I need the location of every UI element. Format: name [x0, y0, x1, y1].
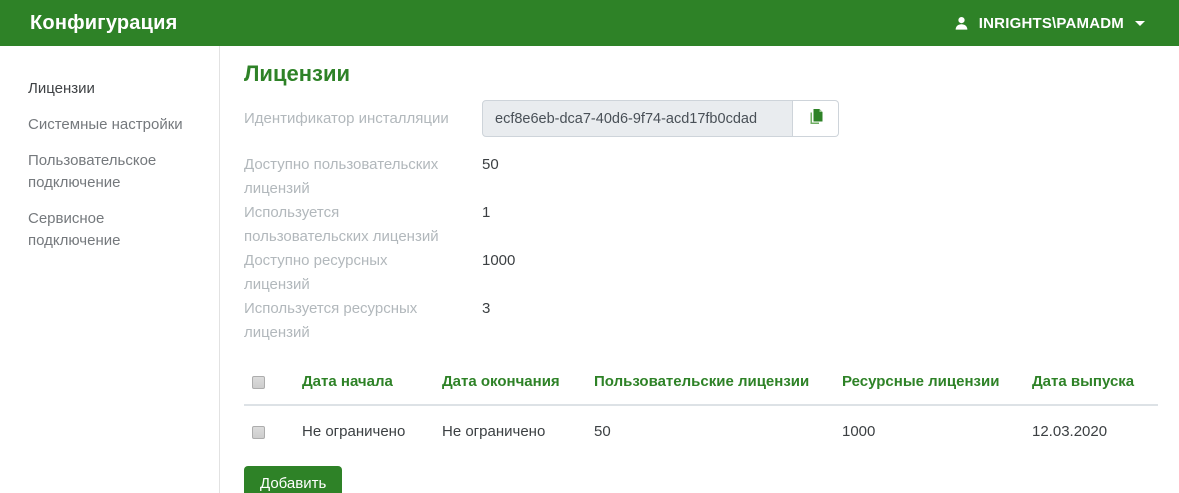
app-header: Конфигурация INRIGHTS\PAMADM	[0, 0, 1179, 46]
column-header-resource-licenses: Ресурсные лицензии	[834, 360, 1024, 405]
cell-end-date: Не ограничено	[434, 405, 586, 466]
copy-icon	[807, 108, 825, 129]
app-title: Конфигурация	[30, 12, 178, 35]
column-header-end-date: Дата окончания	[434, 360, 586, 405]
stat-row-used-resource: Используется ресурсных лицензий 3	[244, 297, 1159, 345]
sidebar-item-licenses[interactable]: Лицензии	[0, 71, 219, 107]
page-body: Лицензии Системные настройки Пользовател…	[0, 46, 1179, 493]
stat-row-available-user: Доступно пользовательских лицензий 50	[244, 153, 1159, 201]
stat-value: 50	[482, 153, 499, 201]
installation-id-group	[482, 100, 839, 137]
stat-value: 1	[482, 201, 490, 249]
select-all-cell	[244, 360, 294, 405]
select-all-checkbox[interactable]	[252, 376, 265, 389]
stat-row-used-user: Используется пользовательских лицензий 1	[244, 201, 1159, 249]
stat-label: Используется пользовательских лицензий	[244, 201, 482, 249]
stat-label: Доступно пользовательских лицензий	[244, 153, 482, 201]
stat-value: 3	[482, 297, 490, 345]
installation-id-row: Идентификатор инсталляции	[244, 100, 1159, 137]
sidebar-item-system-settings[interactable]: Системные настройки	[0, 107, 219, 143]
column-header-issue-date: Дата выпуска	[1024, 360, 1158, 405]
cell-start-date: Не ограничено	[294, 405, 434, 466]
sidebar: Лицензии Системные настройки Пользовател…	[0, 46, 220, 493]
licenses-table: Дата начала Дата окончания Пользовательс…	[244, 360, 1158, 466]
cell-resource-licenses: 1000	[834, 405, 1024, 466]
stat-label: Используется ресурсных лицензий	[244, 297, 482, 345]
sidebar-item-service-connection[interactable]: Сервисное подключение	[0, 201, 219, 259]
user-name: INRIGHTS\PAMADM	[979, 15, 1124, 32]
table-header-row: Дата начала Дата окончания Пользовательс…	[244, 360, 1158, 405]
installation-id-label: Идентификатор инсталляции	[244, 107, 482, 131]
copy-button[interactable]	[793, 100, 839, 137]
license-stats: Доступно пользовательских лицензий 50 Ис…	[244, 153, 1159, 345]
row-checkbox[interactable]	[252, 426, 265, 439]
stat-label: Доступно ресурсных лицензий	[244, 249, 482, 297]
stat-value: 1000	[482, 249, 515, 297]
user-menu[interactable]: INRIGHTS\PAMADM	[953, 15, 1145, 32]
sidebar-item-user-connection[interactable]: Пользовательское подключение	[0, 143, 219, 201]
user-icon	[953, 15, 970, 32]
table-row: Не ограничено Не ограничено 50 1000 12.0…	[244, 405, 1158, 466]
stat-row-available-resource: Доступно ресурсных лицензий 1000	[244, 249, 1159, 297]
column-header-user-licenses: Пользовательские лицензии	[586, 360, 834, 405]
page-title: Лицензии	[244, 59, 1159, 89]
main-content: Лицензии Идентификатор инсталляции	[220, 46, 1179, 493]
installation-id-input[interactable]	[482, 100, 793, 137]
chevron-down-icon	[1135, 21, 1145, 26]
add-button[interactable]: Добавить	[244, 466, 342, 493]
cell-issue-date: 12.03.2020	[1024, 405, 1158, 466]
cell-user-licenses: 50	[586, 405, 834, 466]
column-header-start-date: Дата начала	[294, 360, 434, 405]
row-checkbox-cell	[244, 405, 294, 466]
